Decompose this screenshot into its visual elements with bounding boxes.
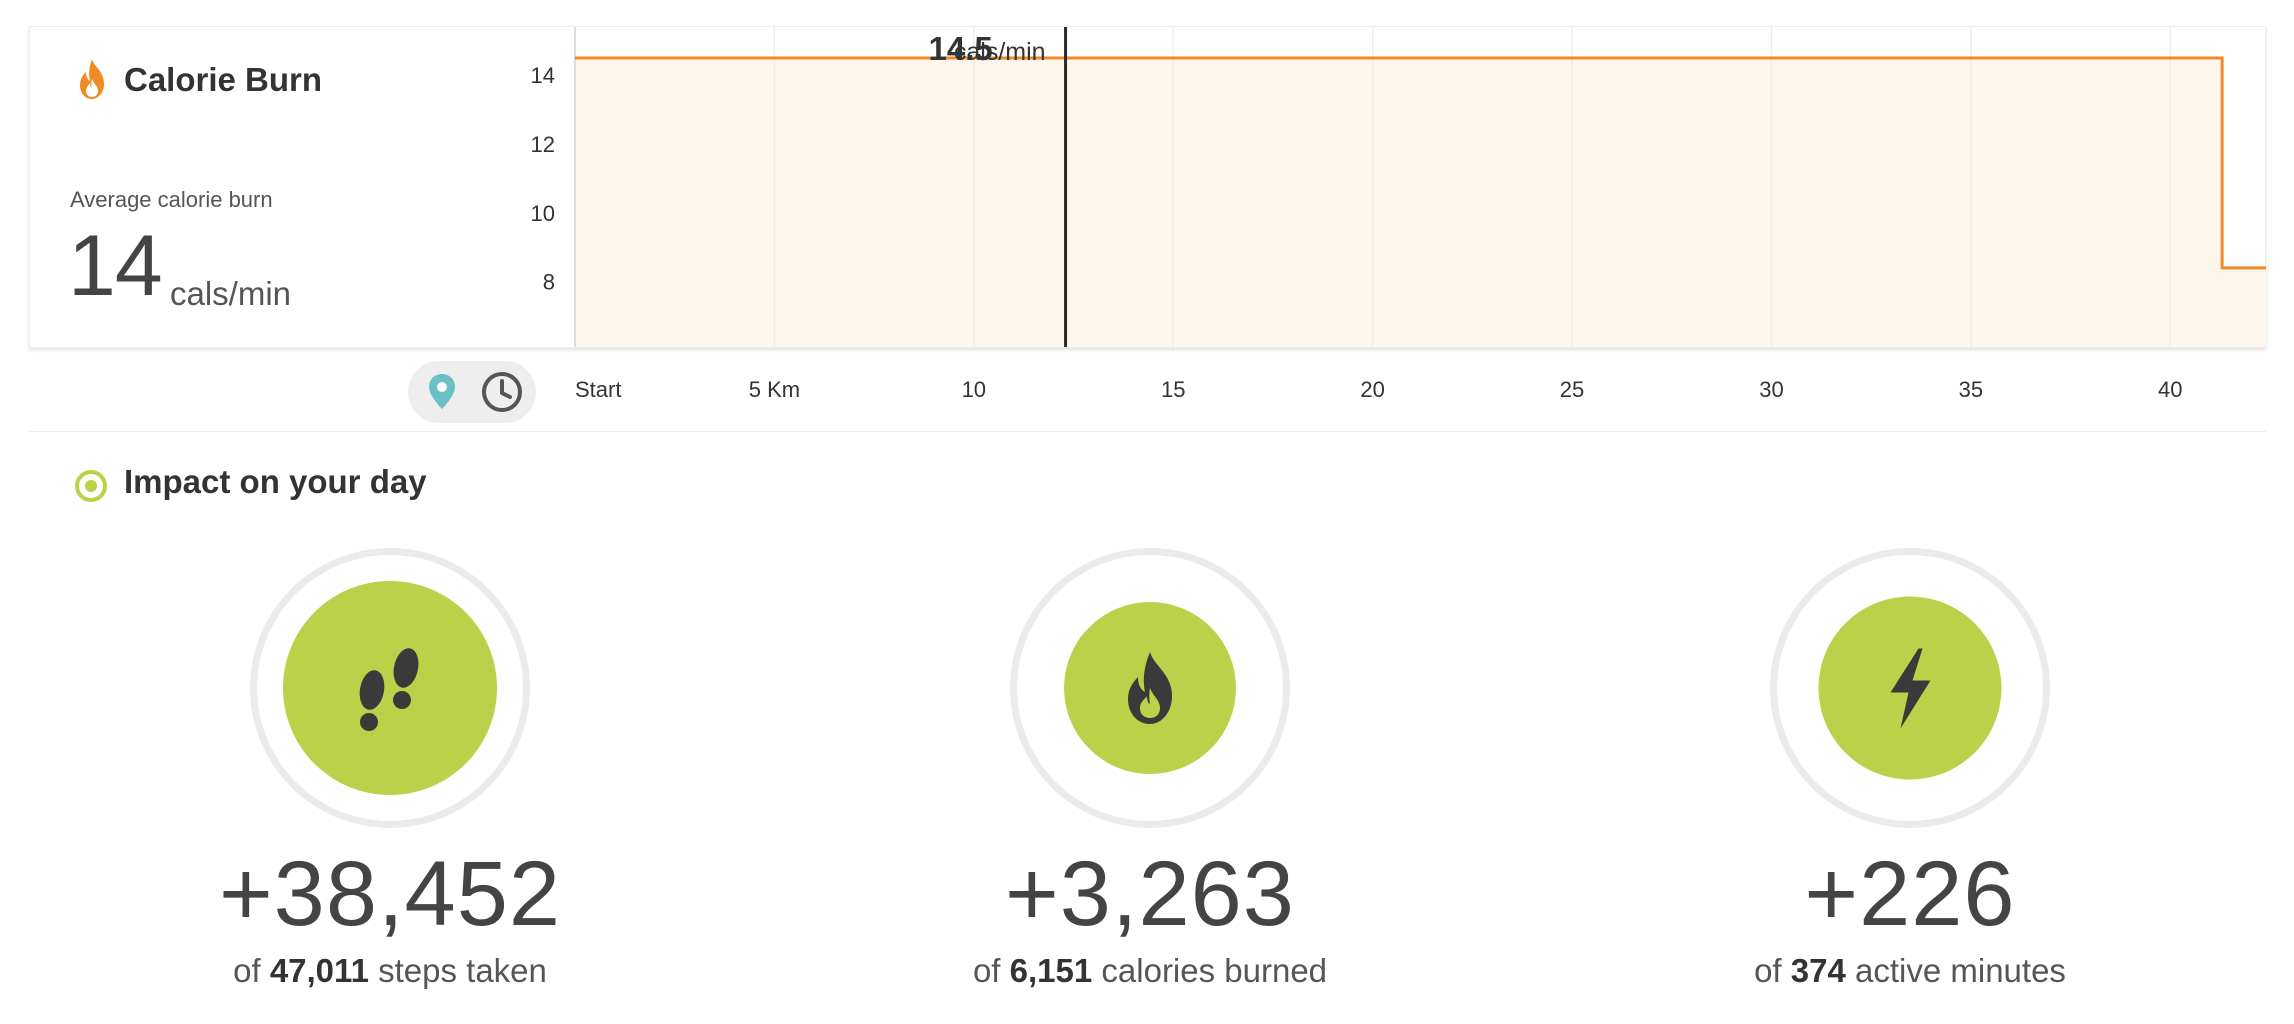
chart-x-tick-label: 30: [1759, 377, 1784, 402]
active-minutes-total: 374: [1790, 952, 1846, 989]
steps-progress-ring: [250, 548, 530, 828]
distance-mode-button[interactable]: [417, 367, 467, 417]
axis-mode-toggle[interactable]: [408, 361, 536, 423]
calories-progress-fill: [1064, 602, 1236, 774]
chart-x-tick-label: 35: [1958, 377, 1984, 402]
section-divider: [29, 431, 2266, 432]
location-pin-icon: [429, 374, 455, 409]
calories-progress-ring: [1010, 548, 1290, 828]
target-icon: [75, 470, 107, 502]
chart-x-tick-label: Start: [575, 377, 622, 402]
steps-caption: of 47,011 steps taken: [233, 952, 547, 989]
time-mode-button[interactable]: [477, 367, 527, 417]
chart-cursor-unit: cals/min: [954, 38, 1046, 66]
chart-y-tick-label: 10: [531, 201, 555, 226]
active-minutes-progress-fill: [1818, 596, 2002, 780]
footsteps-icon: [359, 648, 419, 731]
chart-y-tick-label: 12: [531, 132, 555, 157]
steps-delta: +38,452: [218, 843, 562, 945]
flame-icon: [1128, 652, 1172, 724]
calories-caption: of 6,151 calories burned: [972, 952, 1328, 989]
active-minutes-progress-ring: [1770, 548, 2050, 828]
chart-y-tick-label: 14: [531, 63, 555, 88]
steps-progress-fill: [283, 581, 497, 795]
clock-icon: [482, 372, 522, 412]
steps-stat: +38,452 of 47,011 steps taken: [90, 548, 690, 990]
chart-x-tick-label: 15: [1160, 377, 1186, 402]
chart-x-tick-label: 10: [961, 377, 987, 402]
active-minutes-delta: +226: [1804, 843, 2016, 945]
calories-total: 6,151: [1009, 952, 1093, 989]
calories-delta: +3,263: [1005, 843, 1295, 945]
active-minutes-stat: +226 of 374 active minutes: [1610, 548, 2210, 990]
chart-x-tick-label: 5 Km: [748, 377, 801, 402]
chart-y-tick-label: 8: [543, 270, 555, 295]
calorie-burn-chart[interactable]: 141210814.5cals/min: [0, 0, 2294, 440]
active-minutes-caption: of 374 active minutes: [1754, 952, 2066, 989]
calories-stat: +3,263 of 6,151 calories burned: [850, 548, 1450, 990]
steps-total: 47,011: [269, 952, 369, 989]
chart-area-fill: [575, 57, 2266, 347]
impact-title: Impact on your day: [124, 463, 427, 500]
chart-x-tick-label: 40: [2158, 377, 2183, 402]
lightning-icon: [1890, 648, 1930, 728]
chart-x-tick-label: 25: [1559, 377, 1585, 402]
chart-x-tick-label: 20: [1360, 377, 1385, 402]
